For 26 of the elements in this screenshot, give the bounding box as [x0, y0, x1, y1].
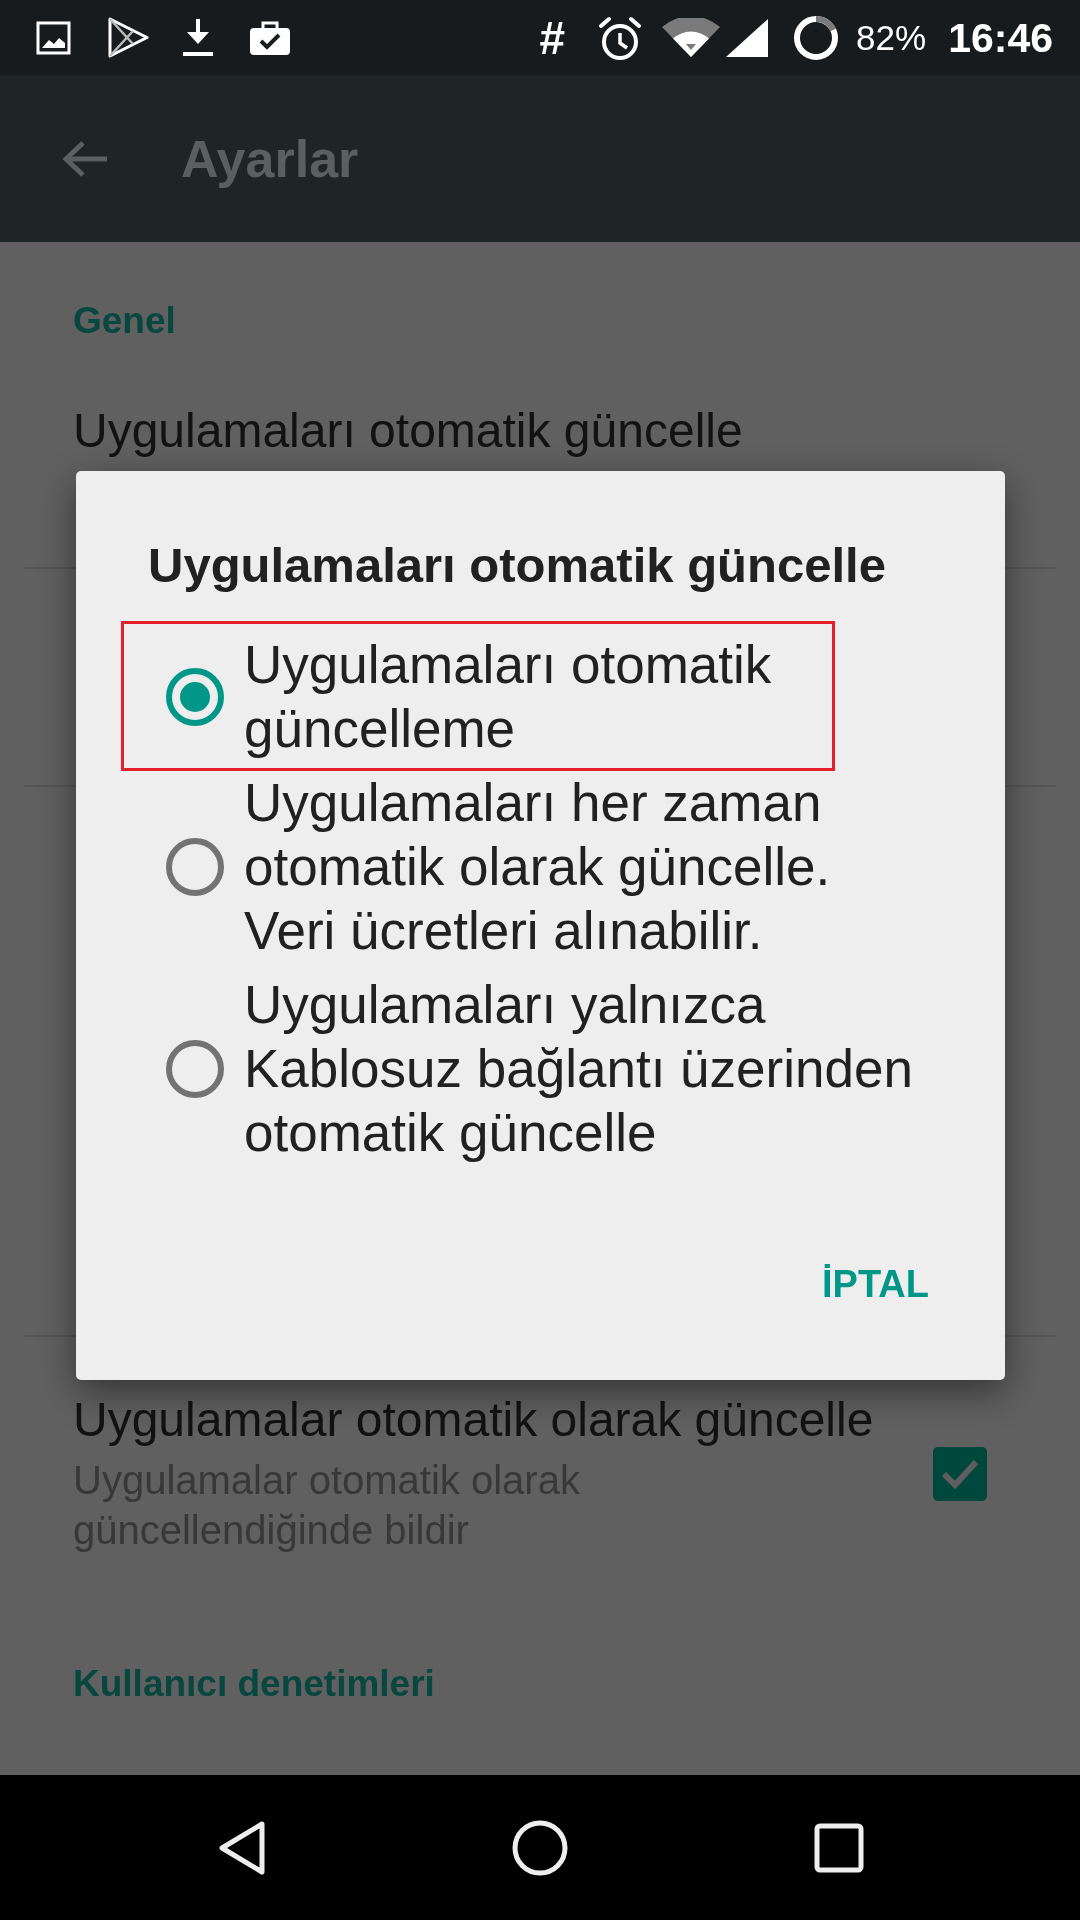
- briefcase-check-icon: [249, 19, 291, 56]
- dialog-title: Uygulamaları otomatik güncelle: [148, 537, 886, 594]
- checkbox[interactable]: [933, 1446, 987, 1501]
- radio-icon: [166, 838, 224, 896]
- option-label: Uygulamaları her zaman otomatik olarak güncelle. Veri ücretleri alınabilir.: [244, 772, 832, 962]
- wifi-icon: [661, 17, 722, 58]
- image-icon: [36, 20, 71, 55]
- radio-icon: [166, 668, 224, 726]
- hash-symbol: #: [539, 12, 566, 63]
- radio-icon: [166, 1040, 224, 1098]
- alarm-clock-icon: [598, 14, 643, 61]
- clock-time: 16:46: [948, 14, 1053, 61]
- option-label: Uygulamaları yalnızca Kablosuz bağlantı üzerinden otomatik güncelle: [244, 974, 914, 1164]
- back-icon[interactable]: [218, 1819, 266, 1876]
- home-icon[interactable]: [512, 1819, 568, 1876]
- play-triangle-icon: [107, 17, 150, 58]
- back-arrow-icon[interactable]: [61, 138, 109, 179]
- cell-signal-icon: [726, 18, 769, 57]
- section-header: Kullanıcı denetimleri: [73, 1662, 435, 1706]
- section-header: Genel: [73, 299, 176, 343]
- battery-ring-icon: [793, 14, 840, 61]
- option-label: Uygulamaları otomatik güncelleme: [244, 634, 773, 760]
- app-bar-title: Ayarlar: [181, 128, 359, 189]
- battery-percent: 82%: [856, 17, 927, 58]
- recents-icon[interactable]: [814, 1822, 864, 1873]
- download-icon: [181, 17, 215, 58]
